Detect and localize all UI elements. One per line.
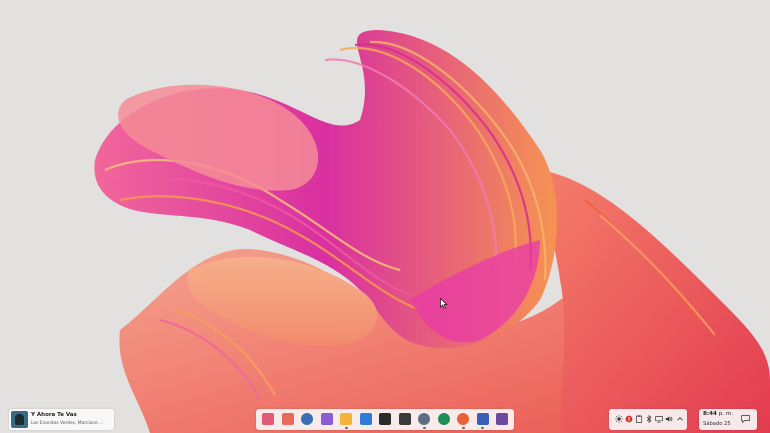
volume-icon[interactable] <box>665 415 673 423</box>
microsoft-store-icon[interactable] <box>359 413 372 425</box>
search-icon[interactable] <box>301 413 313 425</box>
clock-date: Sábado 25 <box>703 421 731 427</box>
copilot-icon[interactable] <box>320 413 333 425</box>
chevron-up-icon[interactable] <box>676 415 684 423</box>
clock-time: 8:44 p. m. <box>703 411 733 417</box>
album-art <box>11 411 28 428</box>
running-indicator <box>481 427 484 429</box>
edge-icon[interactable] <box>476 413 489 425</box>
track-artist: Los Enanitos Verdes, Marciano ... <box>31 421 104 426</box>
system-tray <box>609 409 687 430</box>
running-indicator <box>461 427 465 429</box>
firefox-icon[interactable] <box>457 413 469 425</box>
clipboard-icon[interactable] <box>635 415 643 423</box>
start-menu-icon[interactable] <box>262 413 274 425</box>
mouse-cursor-icon <box>440 298 448 309</box>
bluetooth-icon[interactable] <box>645 415 653 423</box>
spotify-icon[interactable] <box>437 413 450 425</box>
clock-ampm: p. m. <box>718 411 734 417</box>
taskbar-dock <box>256 409 514 430</box>
terminal-icon[interactable] <box>379 413 391 425</box>
console-icon[interactable] <box>398 413 411 425</box>
clock-widget[interactable]: 8:44 p. m. Sábado 25 <box>699 409 757 430</box>
record-icon[interactable] <box>625 415 633 423</box>
display-icon[interactable] <box>655 415 663 423</box>
wallpaper <box>0 0 770 433</box>
settings-icon[interactable] <box>418 413 430 425</box>
track-title: Y Ahora Te Vas <box>31 412 77 418</box>
clock-time-value: 8:44 <box>703 411 717 417</box>
media-app-icon[interactable] <box>496 413 508 425</box>
running-indicator <box>422 427 426 429</box>
task-view-icon[interactable] <box>281 413 294 425</box>
notification-icon[interactable] <box>741 415 750 423</box>
file-explorer-icon[interactable] <box>340 413 352 425</box>
media-player-widget[interactable]: Y Ahora Te Vas Los Enanitos Verdes, Marc… <box>9 409 114 430</box>
brightness-icon[interactable] <box>615 415 623 423</box>
running-indicator <box>344 427 348 429</box>
